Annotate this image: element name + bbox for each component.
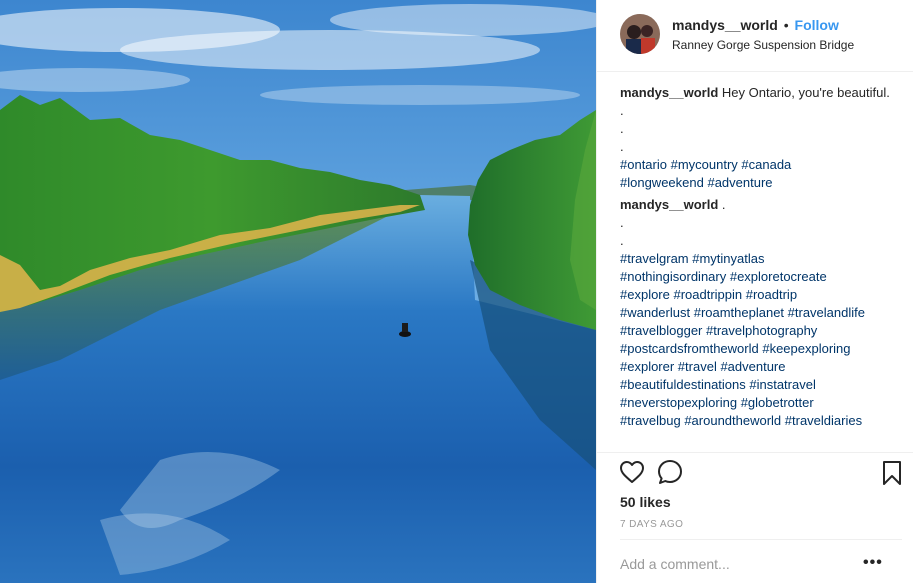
comment-text: . (721, 197, 726, 212)
comment-hashtags[interactable]: #explorer #travel #adventure (620, 358, 902, 376)
instagram-post: mandys__world • Follow Ranney Gorge Susp… (0, 0, 913, 583)
comment-hashtags[interactable]: #travelgram #mytinyatlas (620, 250, 902, 268)
caption-hashtags[interactable]: #ontario #mycountry #canada (620, 156, 902, 174)
more-options-icon[interactable]: ••• (863, 554, 883, 572)
separator-dot: • (783, 17, 789, 33)
caption-hashtags[interactable]: #longweekend #adventure (620, 174, 902, 192)
river-landscape-image (0, 0, 596, 583)
post-sidebar: mandys__world • Follow Ranney Gorge Susp… (596, 0, 913, 583)
comment-hashtags[interactable]: #neverstopexploring #globetrotter (620, 394, 902, 412)
speech-bubble-icon[interactable] (657, 459, 683, 490)
comment-dot: . (620, 215, 624, 230)
caption-username[interactable]: mandys__world (620, 85, 718, 100)
avatar-image (620, 14, 660, 54)
post-header: mandys__world • Follow Ranney Gorge Susp… (597, 0, 913, 72)
like-count[interactable]: 50 likes (620, 494, 671, 510)
caption-dot: . (620, 103, 624, 118)
comment-hashtags[interactable]: #travelbug #aroundtheworld #traveldiarie… (620, 412, 902, 430)
comment-hashtags[interactable]: #postcardsfromtheworld #keepexploring (620, 340, 902, 358)
comment-username[interactable]: mandys__world (620, 197, 718, 212)
caption-dot: . (620, 139, 624, 154)
post-actions: 50 likes 7 DAYS AGO ••• (597, 452, 913, 582)
comment-divider (620, 539, 902, 540)
avatar[interactable] (620, 14, 660, 54)
post-age[interactable]: 7 DAYS AGO (620, 519, 683, 530)
header-username[interactable]: mandys__world (672, 17, 778, 33)
heart-icon[interactable] (619, 460, 645, 489)
comment-hashtags[interactable]: #travelblogger #travelphotography (620, 322, 902, 340)
comment-hashtags[interactable]: #explore #roadtrippin #roadtrip (620, 286, 902, 304)
comment-dot: . (620, 233, 624, 248)
header-user-line: mandys__world • Follow (672, 17, 839, 33)
caption-dot: . (620, 121, 624, 136)
comment-hashtags[interactable]: #nothingisordinary #exploretocreate (620, 268, 902, 286)
comments-list[interactable]: mandys__world Hey Ontario, you're beauti… (620, 84, 902, 454)
comment: mandys__world . . . #travelgram #mytinya… (620, 196, 902, 430)
caption: mandys__world Hey Ontario, you're beauti… (620, 84, 902, 192)
comment-input[interactable] (620, 556, 860, 572)
caption-text: Hey Ontario, you're beautiful. (721, 85, 890, 100)
comment-hashtags[interactable]: #beautifuldestinations #instatravel (620, 376, 902, 394)
bookmark-icon[interactable] (882, 460, 902, 491)
post-photo[interactable] (0, 0, 596, 583)
location-link[interactable]: Ranney Gorge Suspension Bridge (672, 38, 854, 52)
comment-hashtags[interactable]: #wanderlust #roamtheplanet #travelandlif… (620, 304, 902, 322)
follow-button[interactable]: Follow (795, 17, 839, 33)
